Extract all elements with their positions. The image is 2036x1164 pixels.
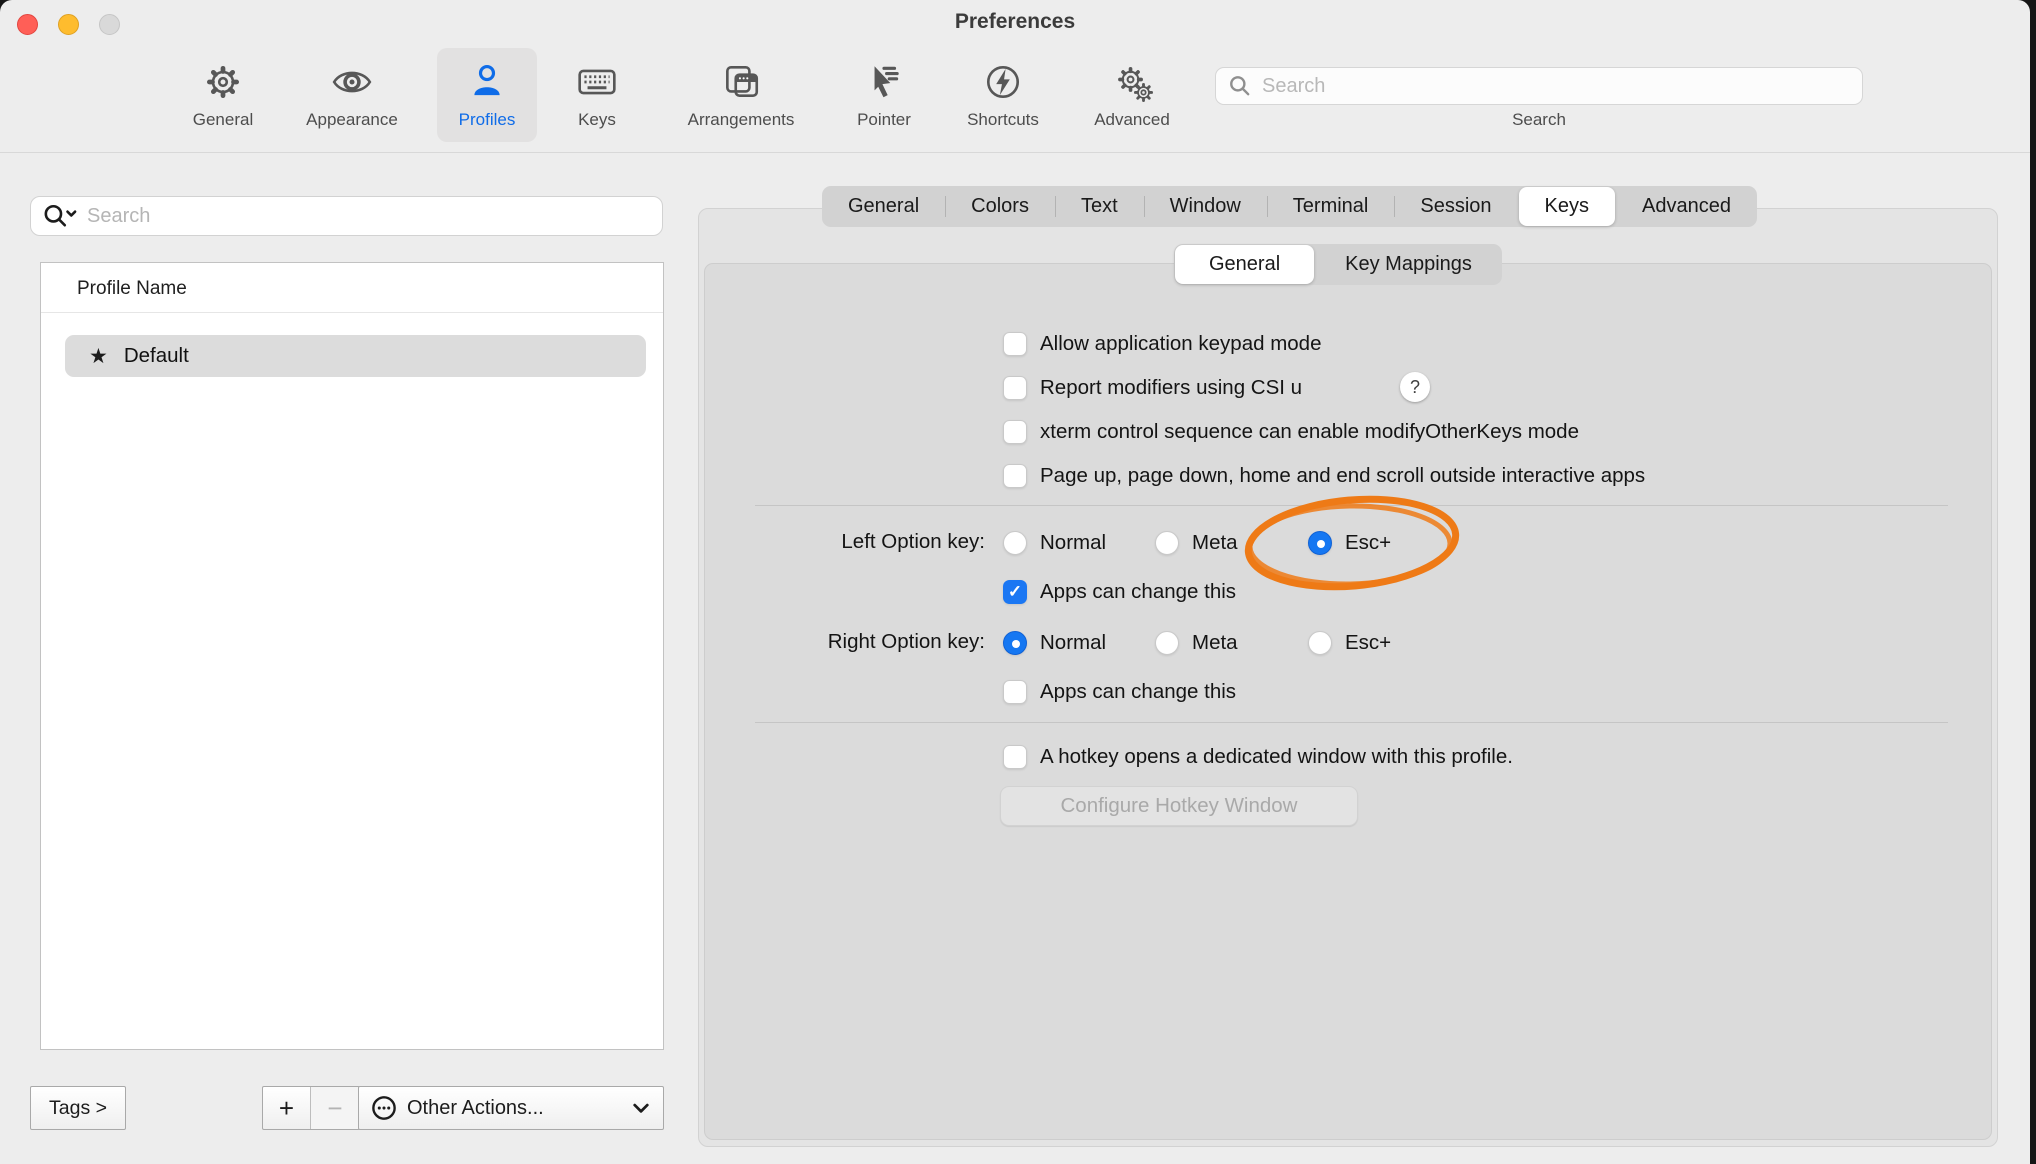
- keyboard-icon: [575, 56, 619, 108]
- star-icon: ★: [89, 344, 108, 369]
- profile-search-input[interactable]: [87, 205, 637, 228]
- configure-hotkey-window-button[interactable]: Configure Hotkey Window: [1000, 786, 1358, 826]
- checkbox-keypad-mode[interactable]: [1003, 332, 1027, 356]
- profile-tab-bar: General Colors Text Window Terminal Sess…: [822, 186, 1757, 227]
- label-csi-u: Report modifiers using CSI u: [1040, 375, 1302, 401]
- section-divider: [755, 505, 1948, 506]
- tags-button-label: Tags >: [49, 1097, 107, 1120]
- toolbar-label-advanced: Advanced: [1094, 110, 1170, 130]
- toolbar-separator: [0, 152, 2030, 153]
- tab-advanced[interactable]: Advanced: [1616, 186, 1757, 227]
- help-button[interactable]: ?: [1400, 372, 1430, 402]
- tab-colors[interactable]: Colors: [945, 186, 1055, 227]
- toolbar-item-keys[interactable]: Keys: [562, 48, 632, 142]
- toolbar-item-shortcuts[interactable]: Shortcuts: [948, 48, 1058, 142]
- profile-name: Default: [124, 344, 189, 368]
- window-title: Preferences: [0, 10, 2030, 34]
- keys-subtab-bar: General Key Mappings: [1174, 244, 1502, 285]
- screen: Preferences General Appearance: [0, 0, 2036, 1164]
- section-divider: [755, 722, 1948, 723]
- help-button-label: ?: [1410, 377, 1420, 398]
- toolbar-item-pointer[interactable]: Pointer: [839, 48, 929, 142]
- label-left-option-meta: Meta: [1192, 530, 1238, 556]
- toolbar-item-appearance[interactable]: Appearance: [292, 48, 412, 142]
- toolbar-label-appearance: Appearance: [306, 110, 398, 130]
- label-left-option-esc: Esc+: [1345, 530, 1391, 556]
- checkbox-modify-other-keys[interactable]: [1003, 420, 1027, 444]
- toolbar-label-pointer: Pointer: [857, 110, 911, 130]
- toolbar-item-profiles[interactable]: Profiles: [437, 48, 537, 142]
- add-profile-button[interactable]: +: [263, 1087, 311, 1129]
- tab-window[interactable]: Window: [1144, 186, 1267, 227]
- remove-profile-button[interactable]: −: [311, 1087, 359, 1129]
- keys-general-panel: [704, 263, 1992, 1140]
- label-hotkey-window: A hotkey opens a dedicated window with t…: [1040, 744, 1513, 770]
- eye-icon: [330, 56, 374, 108]
- lightning-icon: [982, 56, 1024, 108]
- gear-icon: [202, 56, 244, 108]
- tab-terminal[interactable]: Terminal: [1267, 186, 1395, 227]
- subtab-key-mappings[interactable]: Key Mappings: [1315, 244, 1502, 285]
- tab-general[interactable]: General: [822, 186, 945, 227]
- toolbar-label-arrangements: Arrangements: [688, 110, 795, 130]
- toolbar-search-field[interactable]: [1215, 67, 1863, 105]
- toolbar-item-advanced[interactable]: Advanced: [1077, 48, 1187, 142]
- label-left-apps-can-change: Apps can change this: [1040, 579, 1236, 605]
- toolbar-item-arrangements[interactable]: Arrangements: [671, 48, 811, 142]
- tab-keys[interactable]: Keys: [1519, 187, 1615, 226]
- configure-hotkey-window-label: Configure Hotkey Window: [1061, 794, 1298, 818]
- toolbar-label-profiles: Profiles: [459, 110, 516, 130]
- checkbox-scroll-outside-apps[interactable]: [1003, 464, 1027, 488]
- add-remove-group: + −: [262, 1086, 360, 1130]
- checkbox-hotkey-window[interactable]: [1003, 745, 1027, 769]
- toolbar-item-general[interactable]: General: [177, 48, 269, 142]
- ellipsis-circle-icon: [371, 1095, 397, 1121]
- tags-button[interactable]: Tags >: [30, 1086, 126, 1130]
- other-actions-label: Other Actions...: [407, 1097, 544, 1120]
- checkbox-csi-u[interactable]: [1003, 376, 1027, 400]
- subtab-general[interactable]: General: [1175, 245, 1314, 284]
- radio-right-option-meta[interactable]: [1155, 631, 1179, 655]
- windows-stack-icon: [719, 56, 763, 108]
- person-icon: [466, 56, 508, 108]
- left-option-key-label: Left Option key:: [640, 530, 985, 554]
- toolbar-search-input[interactable]: [1262, 75, 1842, 98]
- radio-right-option-normal[interactable]: [1003, 631, 1027, 655]
- toolbar-label-shortcuts: Shortcuts: [967, 110, 1039, 130]
- tab-text[interactable]: Text: [1055, 186, 1144, 227]
- label-right-apps-can-change: Apps can change this: [1040, 679, 1236, 705]
- label-right-option-esc: Esc+: [1345, 630, 1391, 656]
- label-left-option-normal: Normal: [1040, 530, 1106, 556]
- toolbar-label-keys: Keys: [578, 110, 616, 130]
- search-filter-icon: [41, 203, 81, 229]
- right-option-key-label: Right Option key:: [640, 630, 985, 654]
- checkbox-left-apps-can-change[interactable]: ✓: [1003, 580, 1027, 604]
- gears-icon: [1109, 56, 1155, 108]
- profile-search-field[interactable]: [30, 196, 663, 236]
- profile-list-header: Profile Name: [41, 263, 663, 313]
- profile-list: Profile Name ★ Default: [40, 262, 664, 1050]
- checkbox-right-apps-can-change[interactable]: [1003, 680, 1027, 704]
- toolbar-search-label: Search: [1215, 110, 1863, 130]
- label-keypad-mode: Allow application keypad mode: [1040, 331, 1321, 357]
- cursor-icon: [863, 56, 905, 108]
- search-icon: [1228, 74, 1252, 98]
- radio-left-option-meta[interactable]: [1155, 531, 1179, 555]
- label-scroll-outside-apps: Page up, page down, home and end scroll …: [1040, 463, 1645, 489]
- label-modify-other-keys: xterm control sequence can enable modify…: [1040, 419, 1579, 445]
- check-icon: ✓: [1008, 582, 1022, 602]
- label-right-option-normal: Normal: [1040, 630, 1106, 656]
- radio-left-option-esc[interactable]: [1308, 531, 1332, 555]
- tab-session[interactable]: Session: [1394, 186, 1517, 227]
- chevron-down-icon: [633, 1103, 649, 1114]
- other-actions-dropdown[interactable]: Other Actions...: [358, 1086, 664, 1130]
- toolbar-label-general: General: [193, 110, 253, 130]
- profile-row-default[interactable]: ★ Default: [65, 335, 646, 377]
- radio-right-option-esc[interactable]: [1308, 631, 1332, 655]
- preferences-window: Preferences General Appearance: [0, 0, 2030, 1164]
- radio-left-option-normal[interactable]: [1003, 531, 1027, 555]
- label-right-option-meta: Meta: [1192, 630, 1238, 656]
